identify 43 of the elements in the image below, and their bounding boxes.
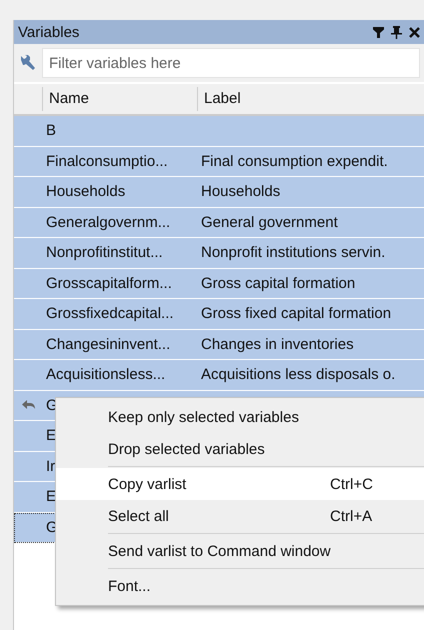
variable-row[interactable]: Grossfixedcapital... Gross fixed capital formation xyxy=(14,299,424,330)
label-cell-text: Acquisitions less disposals o. xyxy=(200,366,396,384)
label-cell-text: Final consumption expendit. xyxy=(200,152,389,170)
name-cell-text: Finalconsumptio... xyxy=(45,152,169,170)
name-cell-text: E xyxy=(45,488,58,506)
menu-item[interactable]: Font... xyxy=(56,570,424,602)
variable-row[interactable]: Acquisitionsless... Acquisitions less disposals o. xyxy=(14,360,424,390)
menu-item[interactable]: Keep only selected variables xyxy=(56,401,424,433)
menu-item[interactable]: Select all Ctrl+A xyxy=(56,500,424,532)
filter-field[interactable]: Filter variables here xyxy=(42,48,420,78)
menu-item[interactable]: Drop selected variables xyxy=(56,433,424,465)
variable-row[interactable]: Generalgovernm... General government xyxy=(14,208,424,238)
close-icon[interactable] xyxy=(409,26,420,38)
label-cell-text: General government xyxy=(200,214,339,231)
name-cell-text: B xyxy=(45,122,58,140)
name-cell-text: Changesininvent... xyxy=(45,336,172,353)
name-cell-text: Households xyxy=(45,183,126,200)
menu-item[interactable]: Send varlist to Command window xyxy=(56,535,424,567)
name-cell-text: Ir xyxy=(45,458,56,475)
label-cell-text: Gross fixed capital formation xyxy=(200,305,392,322)
name-cell-text: Grossfixedcapital... xyxy=(45,305,175,322)
name-cell-text: Nonprofitinstitut... xyxy=(45,244,164,262)
name-cell-text: E xyxy=(45,427,58,444)
filter-icon[interactable] xyxy=(373,26,384,38)
label-cell-text: Households xyxy=(200,183,282,200)
panel-title: Variables xyxy=(18,24,80,40)
variable-row[interactable]: B xyxy=(14,116,424,146)
pin-icon[interactable] xyxy=(391,26,402,38)
name-cell-text: Acquisitionsless... xyxy=(45,366,166,384)
variable-row[interactable]: Changesininvent... Changes in inventories xyxy=(14,330,424,360)
variable-row[interactable]: Nonprofitinstitut... Nonprofit institutions servin. xyxy=(14,238,424,268)
label-cell-text: Gross capital formation xyxy=(200,274,356,292)
wrench-icon[interactable] xyxy=(18,54,36,72)
menu-item[interactable]: Copy varlist Ctrl+C xyxy=(56,468,424,500)
label-cell-text: Changes in inventories xyxy=(200,336,355,353)
column-header[interactable]: Label xyxy=(197,87,424,111)
variable-row[interactable]: Grosscapitalform... Gross capital formation xyxy=(14,268,424,299)
column-header[interactable]: Name xyxy=(42,87,197,111)
label-cell-text: Nonprofit institutions servin. xyxy=(200,244,386,262)
name-cell-text: Generalgovernm... xyxy=(45,214,172,231)
variable-row[interactable]: Finalconsumptio... Final consumption expendit. xyxy=(14,146,424,177)
name-cell-text: Grosscapitalform... xyxy=(45,274,173,292)
variable-row[interactable]: Households Households xyxy=(14,177,424,208)
